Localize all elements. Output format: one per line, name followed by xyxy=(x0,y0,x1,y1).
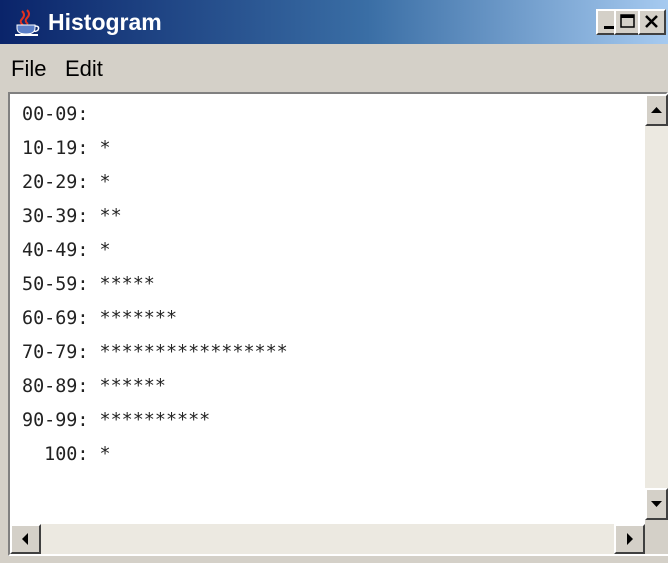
histogram-row: 60-69: ******* xyxy=(22,302,177,336)
histogram-row: 20-29: * xyxy=(22,166,111,200)
menu-file[interactable]: File xyxy=(11,44,46,92)
range-label: 100: xyxy=(22,444,89,465)
scroll-down-icon xyxy=(651,501,662,507)
star-bar: ** xyxy=(99,206,122,227)
scroll-down-button[interactable] xyxy=(645,488,668,520)
histogram-text-area[interactable]: 00-09: 10-19: * 20-29: * 30-39: ** 40-49… xyxy=(18,94,646,520)
star-bar: * xyxy=(99,444,111,465)
title-bar[interactable]: Histogram xyxy=(0,0,668,44)
star-bar: ******* xyxy=(99,308,178,329)
close-icon xyxy=(645,15,658,28)
histogram-row: 80-89: ****** xyxy=(22,370,166,404)
star-bar: ***** xyxy=(99,274,155,295)
menu-edit[interactable]: Edit xyxy=(65,44,103,92)
java-cup-icon xyxy=(12,8,42,38)
text-area-frame: 00-09: 10-19: * 20-29: * 30-39: ** 40-49… xyxy=(8,92,668,556)
scroll-right-icon xyxy=(627,533,633,545)
histogram-row: 50-59: ***** xyxy=(22,268,155,302)
star-bar: * xyxy=(99,138,111,159)
range-label: 30-39: xyxy=(22,206,89,227)
scroll-up-button[interactable] xyxy=(645,94,668,126)
range-label: 60-69: xyxy=(22,308,89,329)
histogram-window: Histogram File Edit 00-09: 10-19: * 20-2… xyxy=(0,0,668,563)
histogram-row: 10-19: * xyxy=(22,132,111,166)
histogram-row: 00-09: xyxy=(22,98,100,132)
histogram-row: 100: * xyxy=(22,438,111,472)
scroll-left-icon xyxy=(22,533,28,545)
histogram-row: 70-79: ***************** xyxy=(22,336,288,370)
scroll-left-button[interactable] xyxy=(10,524,41,554)
horizontal-scrollbar[interactable] xyxy=(10,524,645,554)
star-bar: ********** xyxy=(99,410,211,431)
range-label: 70-79: xyxy=(22,342,89,363)
star-bar: * xyxy=(99,240,111,261)
scroll-right-button[interactable] xyxy=(614,524,645,554)
menu-bar: File Edit xyxy=(0,44,668,92)
range-label: 50-59: xyxy=(22,274,89,295)
star-bar: ****** xyxy=(99,376,166,397)
histogram-row: 40-49: * xyxy=(22,234,111,268)
range-label: 90-99: xyxy=(22,410,89,431)
star-bar: ***************** xyxy=(99,342,288,363)
star-bar: * xyxy=(99,172,111,193)
range-label: 20-29: xyxy=(22,172,89,193)
histogram-row: 90-99: ********** xyxy=(22,404,210,438)
vertical-scrollbar[interactable] xyxy=(645,94,668,520)
scroll-up-icon xyxy=(651,107,662,113)
range-label: 00-09: xyxy=(22,104,89,125)
window-title: Histogram xyxy=(48,9,162,35)
maximize-icon xyxy=(620,14,635,28)
range-label: 10-19: xyxy=(22,138,89,159)
histogram-row: 30-39: ** xyxy=(22,200,122,234)
range-label: 40-49: xyxy=(22,240,89,261)
close-button[interactable] xyxy=(638,9,666,35)
scrollbar-corner xyxy=(645,520,668,554)
range-label: 80-89: xyxy=(22,376,89,397)
